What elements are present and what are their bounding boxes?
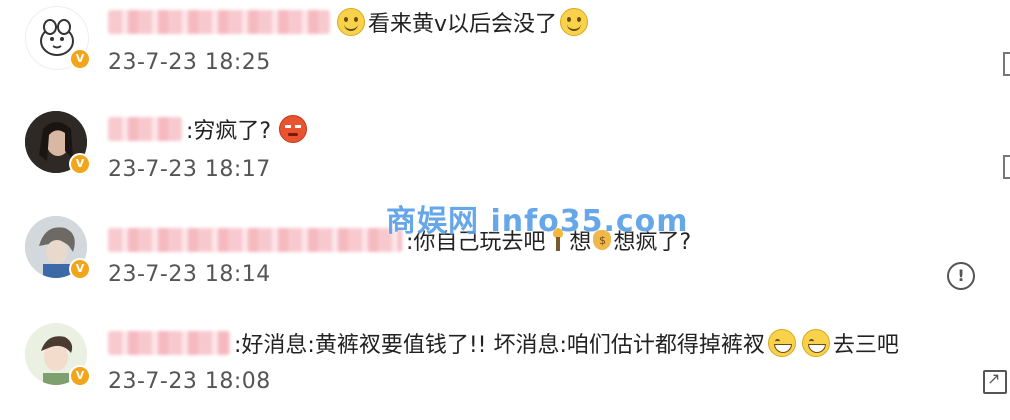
comment-text: 看来黄v以后会没了	[368, 12, 558, 37]
verified-badge-icon: V	[69, 153, 91, 175]
comment-item: V :穷疯了? 23-7-23 18:17	[0, 105, 1010, 210]
username-blurred[interactable]	[108, 228, 402, 252]
comment-item: V 看来黄v以后会没了 23-7-23 18:25	[0, 0, 1010, 105]
angry-emoji-icon	[279, 115, 308, 143]
grin-emoji-icon	[801, 329, 830, 357]
username-blurred[interactable]	[108, 117, 182, 141]
smile-emoji-icon	[337, 8, 365, 36]
comment-time: 23-7-23 18:17	[108, 157, 271, 182]
comment-content: 看来黄v以后会没了	[108, 6, 591, 38]
comment-item: V :好消息:黄裤衩要值钱了!! 坏消息:咱们估计都得掉裤衩 去三吧 23-7-…	[0, 315, 1010, 420]
action-icon[interactable]	[1003, 52, 1010, 76]
comment-text: 去三吧	[832, 333, 899, 358]
verified-badge-icon: V	[69, 258, 91, 280]
action-icon[interactable]	[1003, 155, 1010, 179]
username-blurred[interactable]	[108, 331, 230, 355]
grin-emoji-icon	[767, 329, 796, 357]
comment-time: 23-7-23 18:25	[108, 50, 271, 75]
comment-text: :好消息:黄裤衩要值钱了!! 坏消息:咱们估计都得掉裤衩	[234, 333, 765, 358]
share-icon[interactable]	[983, 369, 1007, 394]
smile-emoji-icon	[560, 8, 589, 36]
comment-time: 23-7-23 18:14	[108, 262, 271, 287]
comment-text: :穷疯了?	[186, 119, 272, 144]
verified-badge-icon: V	[69, 365, 91, 387]
comment-content: :穷疯了?	[108, 113, 310, 145]
comment-content: :好消息:黄裤衩要值钱了!! 坏消息:咱们估计都得掉裤衩 去三吧	[108, 327, 899, 359]
report-icon[interactable]: !	[947, 262, 975, 290]
verified-badge-icon: V	[69, 48, 91, 70]
username-blurred[interactable]	[108, 10, 330, 34]
comment-time: 23-7-23 18:08	[108, 369, 271, 394]
watermark: 商娱网 info35.com	[386, 204, 689, 239]
